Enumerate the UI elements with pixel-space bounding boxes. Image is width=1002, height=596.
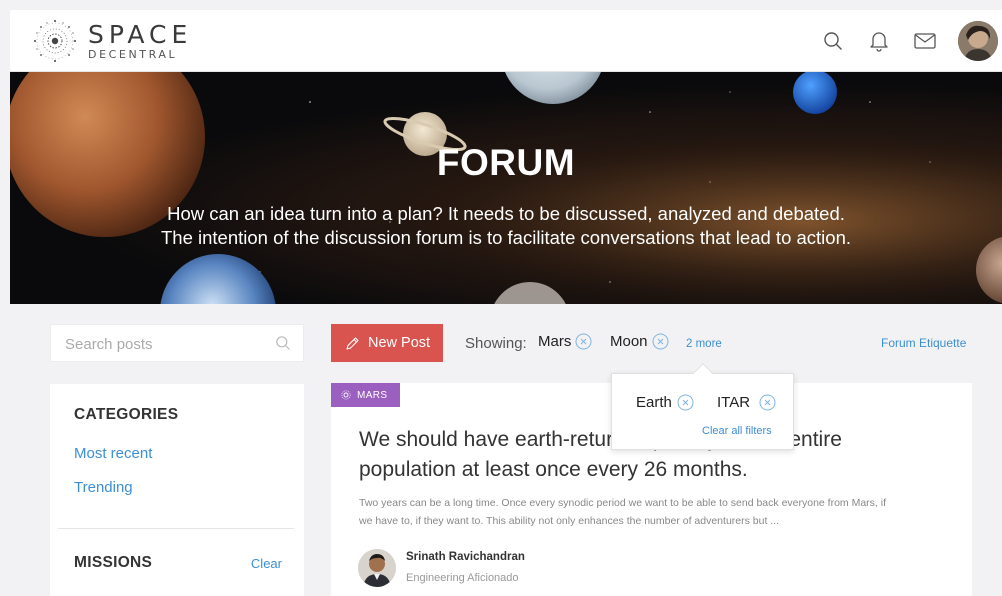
mail-icon[interactable] [914, 30, 936, 52]
top-header: SPACE DECENTRAL [10, 10, 1002, 72]
more-filters-link[interactable]: 2 more [686, 338, 722, 350]
filter-chip-label: Moon [610, 333, 648, 350]
filter-chip-label: Earth [636, 394, 672, 411]
planets-illustration [10, 72, 1002, 304]
hero-description-line-1: How can an idea turn into a plan? It nee… [167, 203, 845, 224]
logo[interactable]: SPACE DECENTRAL [32, 18, 192, 64]
logo-icon [34, 20, 76, 62]
filter-chip-mars[interactable]: Mars [538, 333, 592, 350]
planet-icon [341, 390, 351, 400]
filter-chip-moon[interactable]: Moon [610, 333, 669, 350]
filter-chip-label: ITAR [717, 394, 751, 411]
filter-chip-label: Mars [538, 333, 572, 350]
search-icon[interactable] [822, 30, 844, 52]
category-most-recent[interactable]: Most recent [74, 445, 152, 462]
remove-circle-icon[interactable] [759, 394, 776, 411]
popover-arrow [693, 363, 713, 383]
hero-banner: FORUM How can an idea turn into a plan? … [10, 72, 1002, 304]
user-avatar[interactable] [958, 21, 998, 61]
author-role: Engineering Aficionado [406, 572, 519, 584]
sidebar-panel: CATEGORIES Most recent Trending MISSIONS… [50, 384, 304, 596]
search-input[interactable] [65, 334, 265, 354]
showing-label: Showing: [465, 335, 527, 352]
post-excerpt: Two years can be a long time. Once every… [359, 497, 887, 527]
remove-circle-icon[interactable] [575, 333, 592, 350]
search-icon[interactable] [275, 335, 291, 356]
clear-all-filters-link[interactable]: Clear all filters [702, 425, 772, 437]
remove-circle-icon[interactable] [652, 333, 669, 350]
sidebar-divider [58, 528, 294, 529]
pencil-icon [345, 336, 360, 351]
logo-title: SPACE [88, 20, 193, 49]
forum-etiquette-link[interactable]: Forum Etiquette [881, 336, 966, 350]
post-tag[interactable]: MARS [331, 383, 400, 407]
new-post-label: New Post [368, 335, 431, 351]
new-post-button[interactable]: New Post [331, 324, 443, 362]
author-avatar[interactable] [358, 549, 396, 587]
page-title: FORUM [436, 142, 576, 183]
filter-chip-earth[interactable]: Earth [636, 394, 694, 411]
categories-heading: CATEGORIES [74, 406, 179, 423]
header-actions [798, 10, 1002, 72]
author-name[interactable]: Srinath Ravichandran [406, 551, 525, 563]
filter-chip-itar[interactable]: ITAR [717, 394, 776, 411]
more-filters-popover: Earth ITAR Clear all filters [611, 363, 794, 450]
hero-description-line-2: The intention of the discussion forum is… [160, 227, 852, 248]
post-tag-label: MARS [357, 389, 388, 401]
logo-subtitle: DECENTRAL [88, 48, 178, 61]
remove-circle-icon[interactable] [677, 394, 694, 411]
missions-heading: MISSIONS [74, 554, 153, 571]
bell-icon[interactable] [868, 30, 890, 52]
category-trending[interactable]: Trending [74, 479, 133, 496]
missions-clear-link[interactable]: Clear [251, 556, 282, 571]
search-box [50, 324, 304, 362]
